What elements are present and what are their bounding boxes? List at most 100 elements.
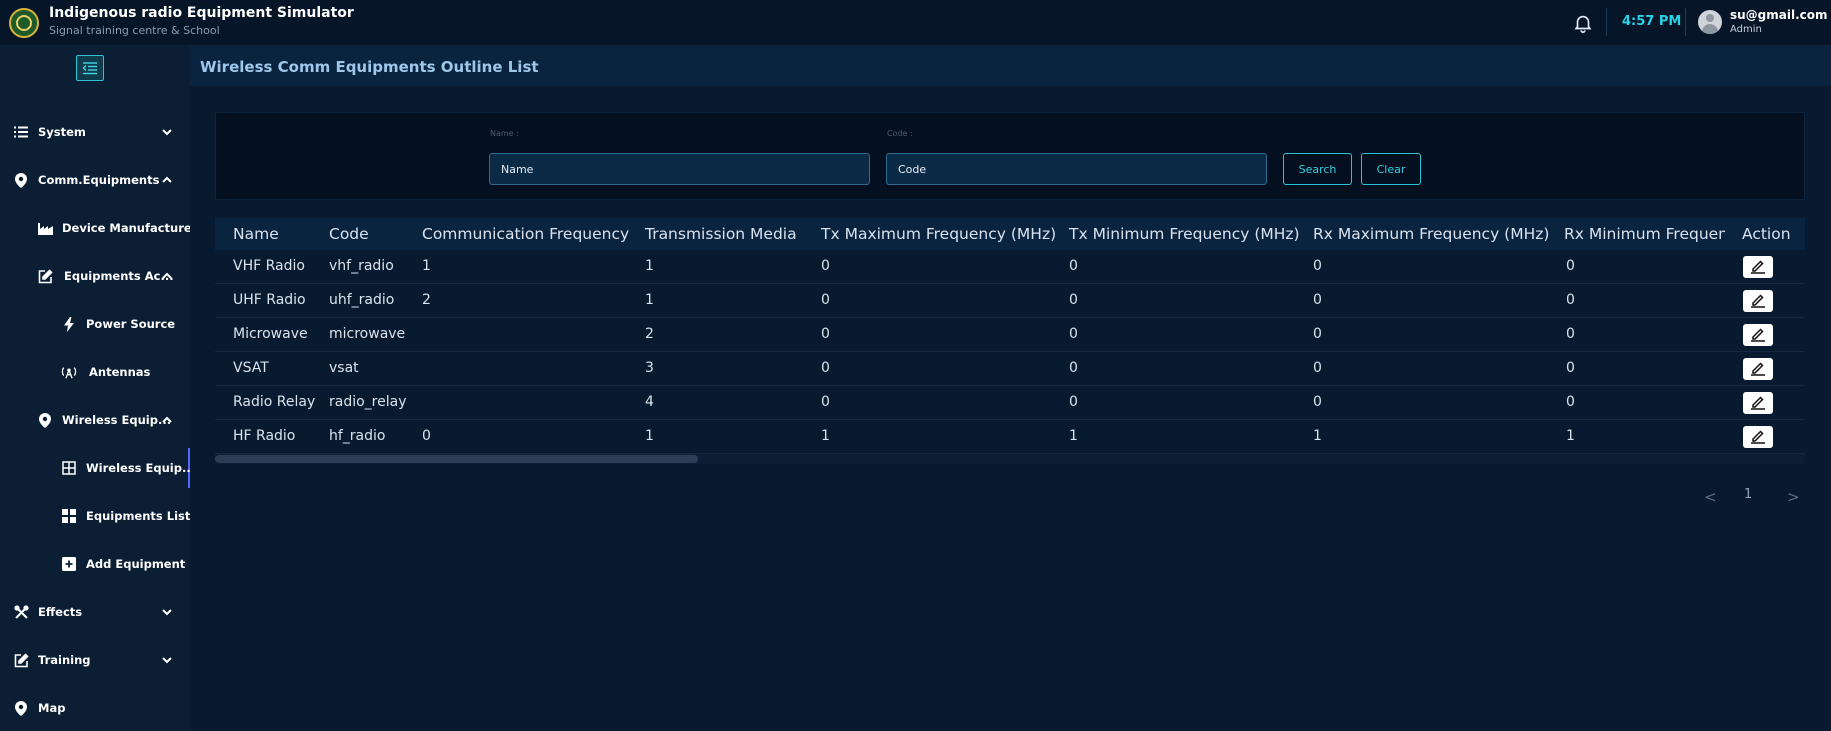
pagination-page-1[interactable]: 1 <box>1744 487 1752 502</box>
cell-rx-min-frequency: 0 <box>1566 394 1575 410</box>
sidebar-item-label: Effects <box>38 605 83 619</box>
pagination-next-button[interactable]: > <box>1787 488 1800 506</box>
edit-button[interactable] <box>1743 358 1773 380</box>
sidebar-item-map[interactable]: Map <box>0 688 190 728</box>
filter-panel: Name : Code : Search Clear <box>215 112 1805 200</box>
cell-rx-max-frequency: 0 <box>1313 258 1322 274</box>
sidebar-item-label: Wireless Equip... <box>62 413 172 427</box>
sidebar-item-label: Wireless Equip... <box>86 461 196 475</box>
header-divider <box>1606 8 1607 36</box>
cell-rx-min-frequency: 0 <box>1566 360 1575 376</box>
sidebar-item-label: Equipments Ac... <box>64 269 174 283</box>
cell-rx-max-frequency: 0 <box>1313 360 1322 376</box>
code-filter-input[interactable] <box>886 153 1267 185</box>
table-row: VSAT vsat 3 0 0 0 0 <box>215 352 1805 386</box>
column-header-rx-max-frequency[interactable]: Rx Maximum Frequency (MHz) <box>1313 225 1549 243</box>
cell-tx-max-frequency: 0 <box>821 258 830 274</box>
sidebar-item-training[interactable]: Training <box>0 640 190 680</box>
top-header: Indigenous radio Equipment Simulator Sig… <box>0 0 1831 46</box>
clock-time: 4:57 PM <box>1622 14 1682 29</box>
cell-rx-min-frequency: 1 <box>1566 428 1575 444</box>
factory-icon <box>37 220 53 236</box>
edit-button[interactable] <box>1743 324 1773 346</box>
edit-button[interactable] <box>1743 392 1773 414</box>
logo-emblem-icon <box>9 8 39 38</box>
sidebar-item-label: Device Manufacturer <box>62 221 198 235</box>
list-icon <box>13 124 29 140</box>
cell-code: microwave <box>329 326 406 342</box>
chevron-down-icon <box>162 609 172 616</box>
cell-transmission-media: 4 <box>645 394 654 410</box>
sidebar-item-label: Comm.Equipments <box>38 173 160 187</box>
cell-transmission-media: 3 <box>645 360 654 376</box>
sidebar-item-device-manufacturer[interactable]: Device Manufacturer <box>0 208 197 248</box>
cell-tx-max-frequency: 0 <box>821 394 830 410</box>
cell-tx-min-frequency: 0 <box>1069 258 1078 274</box>
sidebar-item-system[interactable]: System <box>0 112 190 152</box>
cell-rx-max-frequency: 1 <box>1313 428 1322 444</box>
bell-icon[interactable] <box>1572 12 1594 34</box>
chevron-up-icon <box>162 272 172 279</box>
sidebar-toggle-button[interactable] <box>76 55 104 81</box>
edit-button[interactable] <box>1743 290 1773 312</box>
cell-tx-max-frequency: 1 <box>821 428 830 444</box>
cell-name: HF Radio <box>233 428 296 444</box>
grid-icon <box>61 460 77 476</box>
clear-button[interactable]: Clear <box>1361 153 1421 185</box>
horizontal-scrollbar-thumb[interactable] <box>215 455 698 463</box>
column-header-rx-min-frequency[interactable]: Rx Minimum Frequency <box>1564 225 1725 243</box>
name-filter-input[interactable] <box>489 153 870 185</box>
sidebar-item-add-equipment[interactable]: Add Equipment <box>0 544 190 584</box>
column-header-communication-frequency[interactable]: Communication Frequency <box>422 225 629 243</box>
pagination-prev-button[interactable]: < <box>1704 488 1717 506</box>
page-title-bar: Wireless Comm Equipments Outline List <box>190 46 1831 86</box>
cell-rx-max-frequency: 0 <box>1313 394 1322 410</box>
sidebar-item-antennas[interactable]: Antennas <box>0 352 190 392</box>
location-pin-icon <box>37 412 53 428</box>
grid-fill-icon <box>61 508 77 524</box>
table-row: Radio Relay radio_relay 4 0 0 0 0 <box>215 386 1805 420</box>
sidebar-item-wireless-equipments[interactable]: Wireless Equip... <box>0 400 190 440</box>
table-row: VHF Radio vhf_radio 1 1 0 0 0 0 <box>215 250 1805 284</box>
edit-button[interactable] <box>1743 256 1773 278</box>
lightning-icon <box>61 316 77 332</box>
cell-code: radio_relay <box>329 394 407 410</box>
table-row: HF Radio hf_radio 0 1 1 1 1 1 <box>215 420 1805 454</box>
cell-communication-frequency: 1 <box>422 258 431 274</box>
cell-name: Radio Relay <box>233 394 316 410</box>
sidebar-item-equipments-accessories[interactable]: Equipments Ac... <box>0 256 190 296</box>
cell-code: vsat <box>329 360 359 376</box>
app-subtitle: Signal training centre & School <box>49 24 220 37</box>
main-content: Wireless Comm Equipments Outline List Na… <box>190 46 1831 731</box>
cell-transmission-media: 1 <box>645 292 654 308</box>
column-header-transmission-media[interactable]: Transmission Media <box>645 225 797 243</box>
header-divider <box>1685 8 1686 36</box>
sidebar-item-label: Power Source <box>86 317 176 331</box>
cell-tx-min-frequency: 0 <box>1069 326 1078 342</box>
cell-rx-max-frequency: 0 <box>1313 292 1322 308</box>
sidebar-item-equipments-list[interactable]: Equipments List <box>0 496 190 536</box>
user-email[interactable]: su@gmail.com <box>1730 8 1828 22</box>
sidebar-item-comm-equipments[interactable]: Comm.Equipments <box>0 160 190 200</box>
sidebar-item-label: Add Equipment <box>86 557 186 571</box>
tools-icon <box>13 604 29 620</box>
cell-name: VSAT <box>233 360 269 376</box>
pencil-icon <box>1751 362 1765 376</box>
column-header-code[interactable]: Code <box>329 225 369 243</box>
avatar[interactable] <box>1698 10 1722 34</box>
sidebar-item-label: Equipments List <box>86 509 191 523</box>
cell-tx-min-frequency: 0 <box>1069 360 1078 376</box>
page-title: Wireless Comm Equipments Outline List <box>200 58 539 76</box>
column-header-tx-max-frequency[interactable]: Tx Maximum Frequency (MHz) <box>821 225 1056 243</box>
sidebar-item-wireless-equipments-outline[interactable]: Wireless Equip... <box>0 448 195 488</box>
cell-name: Microwave <box>233 326 308 342</box>
cell-tx-max-frequency: 0 <box>821 326 830 342</box>
edit-icon <box>37 268 53 284</box>
sidebar-item-effects[interactable]: Effects <box>0 592 190 632</box>
edit-button[interactable] <box>1743 426 1773 448</box>
search-button[interactable]: Search <box>1283 153 1352 185</box>
column-header-name[interactable]: Name <box>233 225 279 243</box>
plus-square-icon <box>61 556 77 572</box>
sidebar-item-power-source[interactable]: Power Source <box>0 304 190 344</box>
column-header-tx-min-frequency[interactable]: Tx Minimum Frequency (MHz) <box>1069 225 1300 243</box>
